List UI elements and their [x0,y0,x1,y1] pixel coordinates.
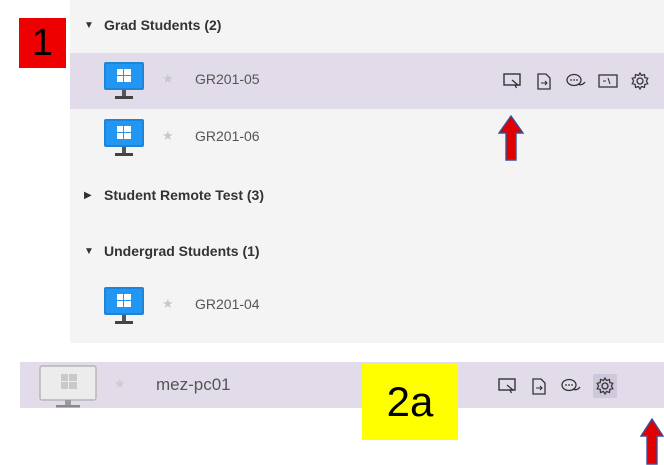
computer-row-gr201-05[interactable]: ★ GR201-05 [70,53,664,109]
computer-name: GR201-04 [195,296,260,312]
group-header-grad-students[interactable]: ▼ Grad Students (2) [70,0,664,50]
computer-name: GR201-06 [195,128,260,144]
group-label: Grad Students (2) [104,17,222,33]
callout-arrow-up [498,115,524,161]
group-header-student-remote-test[interactable]: ▶ Student Remote Test (3) [70,170,664,220]
chat-icon[interactable] [561,376,581,396]
computer-row-mez-pc01[interactable]: ★ mez-pc01 [20,362,664,408]
favorite-star-icon[interactable]: ★ [114,376,126,392]
windows-monitor-icon [104,62,144,99]
favorite-star-icon[interactable]: ★ [162,71,174,87]
file-transfer-icon[interactable] [529,376,549,396]
chat-icon[interactable] [566,71,586,91]
windows-monitor-icon [104,119,144,156]
remote-control-icon[interactable] [497,376,517,396]
callout-badge-2a: 2a [362,364,458,440]
settings-gear-icon[interactable] [593,374,617,398]
computer-row-gr201-04[interactable]: ★ GR201-04 [70,278,664,334]
favorite-star-icon[interactable]: ★ [162,128,174,144]
computer-row-gr201-06[interactable]: ★ GR201-06 [70,110,664,166]
group-header-undergrad-students[interactable]: ▼ Undergrad Students (1) [70,226,664,276]
group-label: Undergrad Students (1) [104,243,260,259]
group-label: Student Remote Test (3) [104,187,264,203]
file-transfer-icon[interactable] [534,71,554,91]
row-actions [497,374,617,398]
favorite-star-icon[interactable]: ★ [162,296,174,312]
computer-name: mez-pc01 [156,375,231,394]
callout-arrow-up [640,418,664,465]
expand-triangle-icon[interactable]: ▼ [84,20,100,31]
computer-name: GR201-05 [195,71,260,87]
windows-monitor-icon [104,287,144,324]
remote-control-icon[interactable] [502,71,522,91]
settings-gear-icon[interactable] [630,71,650,91]
expand-triangle-icon[interactable]: ▼ [84,246,100,257]
command-prompt-icon[interactable] [598,71,618,91]
row-actions [502,71,662,91]
callout-badge-1: 1 [19,18,66,68]
offline-monitor-icon [39,365,97,408]
collapse-triangle-icon[interactable]: ▶ [84,190,100,201]
